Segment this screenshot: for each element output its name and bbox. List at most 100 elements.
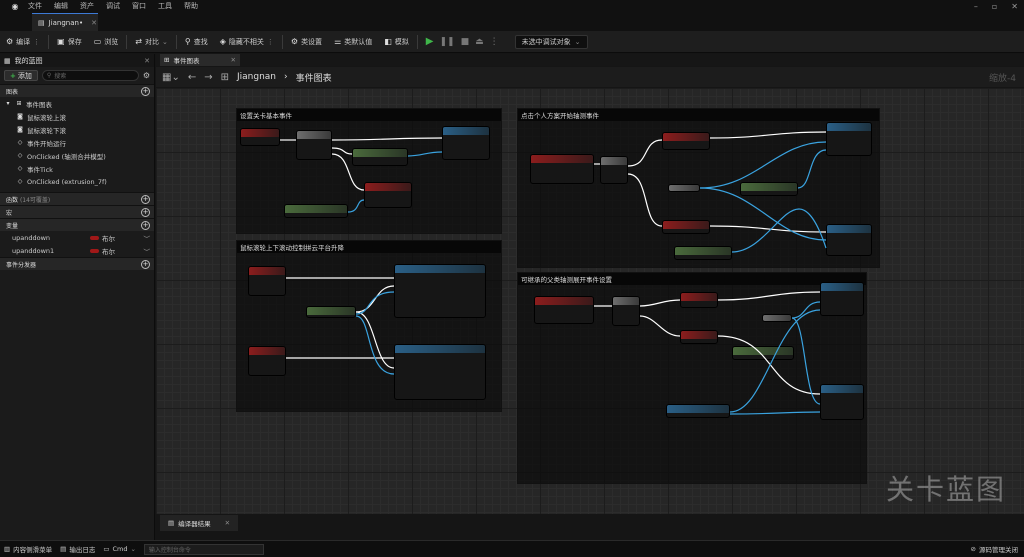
compiler-results-tab[interactable]: ▤ 编译器结果 ✕ — [160, 515, 239, 531]
variable-row[interactable]: upanddown 布尔 ︶ — [0, 231, 154, 244]
source-control-icon: ⊘ — [970, 544, 976, 553]
more-icon[interactable]: ⋮ — [490, 37, 499, 47]
event-item[interactable]: ◙ 鼠标滚轮上滚 — [16, 110, 154, 123]
find-button[interactable]: ⚲ 查找 — [179, 31, 214, 53]
output-log-button[interactable]: ▤ 输出日志 — [60, 544, 95, 554]
play-icon[interactable]: ▶ — [426, 36, 434, 47]
graph-menu-icon[interactable]: ▦⌄ — [162, 72, 180, 83]
compile-button[interactable]: ⚙ 编译 ⋮ — [0, 31, 46, 53]
function-node[interactable] — [674, 246, 732, 260]
maximize-icon[interactable]: ▫ — [992, 2, 997, 11]
diff-button[interactable]: ⇄ 对比 ⌄ — [129, 31, 174, 53]
onclicked-event-node[interactable] — [534, 296, 594, 324]
event-item[interactable]: ◇ 事件Tick — [16, 162, 154, 175]
search-input[interactable]: ⚲ 搜索 — [41, 70, 139, 81]
eject-icon[interactable]: ⏏ — [475, 37, 484, 47]
pause-icon[interactable]: ❚❚ — [440, 37, 455, 47]
set-node[interactable] — [662, 220, 710, 234]
function-node[interactable] — [820, 282, 864, 316]
tab-close-icon[interactable]: ✕ — [91, 19, 97, 27]
graphs-section[interactable]: 图表 + — [0, 84, 154, 97]
document-tab[interactable]: ▤ Jiangnan• ✕ — [32, 13, 98, 31]
event-graph-tab[interactable]: ⊞ 事件图表 ✕ — [160, 54, 240, 66]
source-control-status[interactable]: ⊘ 源码管理关闭 — [971, 540, 1018, 557]
graph-canvas[interactable]: 设置关卡基本事件 鼠标滚轮上下滚动控制拼云平台升降 点击个人方案开始轴测事件 可… — [156, 88, 1024, 514]
class-defaults-button[interactable]: ⚌ 类默认值 — [328, 31, 378, 53]
timeline-node[interactable] — [394, 344, 486, 400]
visibility-eye-icon[interactable]: ︶ — [144, 233, 151, 243]
branch-node[interactable] — [612, 296, 640, 326]
set-node[interactable] — [680, 292, 718, 308]
forward-arrow-icon[interactable]: → — [204, 72, 212, 83]
class-settings-button[interactable]: ⚙ 类设置 — [285, 31, 328, 53]
minimize-icon[interactable]: – — [974, 2, 978, 11]
menu-window[interactable]: 窗口 — [126, 0, 152, 13]
add-macro-icon[interactable]: + — [141, 207, 150, 217]
function-node[interactable] — [826, 224, 872, 256]
breadcrumb-current[interactable]: 事件图表 — [296, 71, 332, 84]
event-dispatchers-section[interactable]: 事件分发器 + — [0, 257, 154, 270]
add-function-icon[interactable]: + — [141, 194, 150, 204]
set-node[interactable] — [680, 330, 718, 344]
functions-section-label: 函数 — [6, 196, 19, 204]
variable-get-node[interactable] — [306, 306, 356, 318]
tab-close-icon[interactable]: ✕ — [231, 56, 236, 64]
variable-get-node[interactable] — [668, 184, 700, 192]
menu-tools[interactable]: 工具 — [152, 0, 178, 13]
simulate-button[interactable]: ◧ 模拟 — [378, 31, 415, 53]
console-command-input[interactable]: 输入控制台命令 — [143, 543, 264, 555]
branch-node[interactable] — [600, 156, 628, 184]
tab-close-icon[interactable]: ✕ — [225, 519, 230, 527]
menu-file[interactable]: 文件 — [22, 0, 48, 13]
menu-help[interactable]: 帮助 — [178, 0, 204, 13]
visibility-eye-icon[interactable]: ︶ — [144, 246, 151, 256]
function-node[interactable] — [442, 126, 490, 160]
menu-debug[interactable]: 调试 — [100, 0, 126, 13]
browse-button[interactable]: ▭ 浏览 — [88, 31, 125, 53]
variables-section[interactable]: 变量 + — [0, 218, 154, 231]
add-graph-icon[interactable]: + — [141, 86, 150, 96]
function-node[interactable] — [666, 404, 730, 418]
add-variable-icon[interactable]: + — [141, 220, 150, 230]
variable-type[interactable]: 布尔 — [90, 246, 115, 256]
cmd-dropdown[interactable]: ▭ Cmd ⌄ — [103, 545, 136, 553]
debug-object-select[interactable]: 未选中调试对象 ⌄ — [514, 34, 588, 49]
close-icon[interactable]: ✕ — [144, 57, 150, 65]
timeline-node[interactable] — [394, 264, 486, 318]
add-dispatcher-icon[interactable]: + — [141, 259, 150, 269]
content-drawer-button[interactable]: ▥ 内容侧滑菜单 — [4, 544, 52, 554]
hide-unrelated-button[interactable]: ◈ 隐藏不相关 ⋮ — [214, 31, 280, 53]
back-arrow-icon[interactable]: ← — [188, 72, 196, 83]
mouse-wheel-down-event[interactable] — [248, 346, 286, 376]
menu-asset[interactable]: 资产 — [74, 0, 100, 13]
functions-section[interactable]: 函数 (14可覆盖) + — [0, 192, 154, 205]
function-node[interactable] — [284, 204, 348, 218]
macros-section[interactable]: 宏 + — [0, 205, 154, 218]
add-button[interactable]: + 添加 — [4, 70, 38, 81]
menu-edit[interactable]: 编辑 — [48, 0, 74, 13]
settings-gear-icon[interactable]: ⚙ — [143, 71, 150, 80]
save-button[interactable]: ▣ 保存 — [51, 31, 88, 53]
event-item[interactable]: ◙ 鼠标滚轮下滚 — [16, 123, 154, 136]
event-graph-item[interactable]: ▾ ⊞ 事件图表 — [4, 97, 154, 110]
event-item[interactable]: ◇ 事件开始运行 — [16, 136, 154, 149]
breadcrumb-root[interactable]: Jiangnan — [237, 72, 276, 82]
event-item[interactable]: ◇ OnClicked (轴测合并模型) — [16, 149, 154, 162]
event-node[interactable] — [240, 128, 280, 146]
function-node[interactable] — [826, 122, 872, 156]
function-node[interactable] — [820, 384, 864, 420]
set-node[interactable] — [364, 182, 412, 208]
close-icon[interactable]: ✕ — [1011, 2, 1018, 11]
variable-get-node[interactable] — [762, 314, 792, 322]
stop-icon[interactable]: ■ — [461, 37, 470, 47]
sequence-node[interactable] — [296, 130, 332, 160]
event-item[interactable]: ◇ OnClicked (extrusion_7f) — [16, 175, 154, 188]
variable-type[interactable]: 布尔 — [90, 233, 115, 243]
function-node[interactable] — [740, 182, 798, 196]
variable-row[interactable]: upanddown1 布尔 ︶ — [0, 244, 154, 257]
onclicked-event-node[interactable] — [530, 154, 594, 184]
function-node[interactable] — [732, 346, 794, 360]
set-node[interactable] — [662, 132, 710, 150]
mouse-wheel-up-event[interactable] — [248, 266, 286, 296]
function-node[interactable] — [352, 148, 408, 166]
